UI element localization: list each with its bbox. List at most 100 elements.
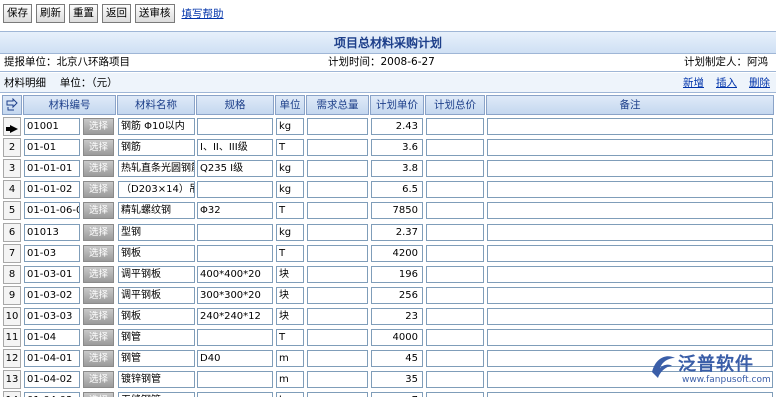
spec-input[interactable]	[197, 329, 273, 346]
spec-input[interactable]: Φ32	[197, 202, 273, 220]
note-input[interactable]	[487, 181, 773, 199]
note-input[interactable]	[487, 265, 773, 283]
row-number[interactable]: 10	[3, 306, 21, 326]
unit-input[interactable]: T	[276, 202, 304, 220]
note-input[interactable]	[487, 202, 773, 220]
code-input[interactable]: 01-01-01	[24, 160, 80, 178]
name-input[interactable]: 钢管	[118, 329, 195, 346]
total-input[interactable]	[426, 244, 484, 262]
note-input[interactable]	[487, 244, 773, 262]
select-button[interactable]: 选择	[83, 392, 114, 397]
name-input[interactable]: 钢板	[118, 244, 195, 262]
spec-input[interactable]: Q235 I级	[197, 160, 273, 178]
name-input[interactable]: 钢管	[118, 350, 195, 368]
code-input[interactable]: 01-03	[24, 244, 80, 262]
unit-input[interactable]: m	[276, 350, 304, 368]
code-input[interactable]: 01-04-02	[24, 371, 80, 389]
select-button[interactable]: 选择	[83, 202, 114, 220]
select-button[interactable]: 选择	[83, 244, 114, 262]
name-input[interactable]: 精轧螺纹钢	[118, 202, 195, 220]
select-button[interactable]: 选择	[83, 265, 114, 283]
select-button[interactable]: 选择	[83, 350, 114, 368]
row-number[interactable]: 8	[3, 264, 21, 284]
code-input[interactable]: 01-03-03	[24, 307, 80, 325]
unit-input[interactable]: kg	[276, 223, 304, 241]
unit-input[interactable]: T	[276, 329, 304, 346]
qty-input[interactable]	[307, 350, 368, 368]
unit-input[interactable]: kg	[276, 118, 304, 135]
total-input[interactable]	[426, 223, 484, 241]
name-input[interactable]: 调平钢板	[118, 265, 195, 283]
total-input[interactable]	[426, 286, 484, 304]
qty-input[interactable]	[307, 244, 368, 262]
delete-link[interactable]: 删除	[749, 73, 770, 93]
qty-input[interactable]	[307, 392, 368, 397]
unit-input[interactable]: kg	[276, 392, 304, 397]
total-input[interactable]	[426, 118, 484, 135]
row-number[interactable]: 13	[3, 370, 21, 390]
row-number[interactable]: 9	[3, 285, 21, 305]
price-input[interactable]: 3.8	[371, 160, 423, 178]
total-input[interactable]	[426, 307, 484, 325]
row-number[interactable]: 7	[3, 243, 21, 263]
unit-input[interactable]: T	[276, 244, 304, 262]
unit-input[interactable]: 块	[276, 265, 304, 283]
qty-input[interactable]	[307, 329, 368, 346]
insert-link[interactable]: 插入	[716, 73, 737, 93]
total-input[interactable]	[426, 329, 484, 346]
row-number[interactable]: 5	[3, 201, 21, 221]
name-input[interactable]: 无缝钢管	[118, 392, 195, 397]
qty-input[interactable]	[307, 371, 368, 389]
spec-input[interactable]: 400*400*20	[197, 265, 273, 283]
qty-input[interactable]	[307, 265, 368, 283]
row-number[interactable]: 14	[3, 391, 21, 397]
total-input[interactable]	[426, 371, 484, 389]
select-button[interactable]: 选择	[83, 160, 114, 178]
total-input[interactable]	[426, 139, 484, 157]
spec-input[interactable]	[197, 244, 273, 262]
price-input[interactable]: 2.37	[371, 223, 423, 241]
price-input[interactable]: 7850	[371, 202, 423, 220]
price-input[interactable]: 45	[371, 350, 423, 368]
row-number[interactable]: 2	[3, 138, 21, 158]
name-input[interactable]: （D203×14）吊料	[118, 181, 195, 199]
row-number[interactable]: 3	[3, 159, 21, 179]
note-input[interactable]	[487, 118, 773, 135]
unit-input[interactable]: T	[276, 139, 304, 157]
price-input[interactable]: 35	[371, 371, 423, 389]
spec-input[interactable]: 240*240*12	[197, 307, 273, 325]
select-button[interactable]: 选择	[83, 286, 114, 304]
code-input[interactable]: 01-04-03	[24, 392, 80, 397]
code-input[interactable]: 01-01	[24, 139, 80, 157]
name-input[interactable]: 调平钢板	[118, 286, 195, 304]
spec-input[interactable]	[197, 181, 273, 199]
unit-input[interactable]: 块	[276, 286, 304, 304]
row-number[interactable]: 6	[3, 222, 21, 242]
price-input[interactable]: 7	[371, 392, 423, 397]
row-number[interactable]: 12	[3, 349, 21, 369]
note-input[interactable]	[487, 223, 773, 241]
price-input[interactable]: 3.6	[371, 139, 423, 157]
code-input[interactable]: 01-04-01	[24, 350, 80, 368]
code-input[interactable]: 01-03-02	[24, 286, 80, 304]
qty-input[interactable]	[307, 286, 368, 304]
name-input[interactable]: 型钢	[118, 223, 195, 241]
total-input[interactable]	[426, 350, 484, 368]
select-button[interactable]: 选择	[83, 371, 114, 389]
help-link[interactable]: 填写帮助	[182, 6, 224, 21]
name-input[interactable]: 钢筋	[118, 139, 195, 157]
price-input[interactable]: 196	[371, 265, 423, 283]
total-input[interactable]	[426, 392, 484, 397]
note-input[interactable]	[487, 307, 773, 325]
back-button[interactable]: 返回	[102, 3, 131, 23]
unit-input[interactable]: kg	[276, 160, 304, 178]
note-input[interactable]	[487, 286, 773, 304]
spec-input[interactable]	[197, 118, 273, 135]
row-number[interactable]: 4	[3, 180, 21, 200]
name-input[interactable]: 钢板	[118, 307, 195, 325]
code-input[interactable]: 01-04	[24, 329, 80, 346]
name-input[interactable]: 镀锌钢管	[118, 371, 195, 389]
spec-input[interactable]: D40	[197, 350, 273, 368]
price-input[interactable]: 2.43	[371, 118, 423, 135]
price-input[interactable]: 23	[371, 307, 423, 325]
